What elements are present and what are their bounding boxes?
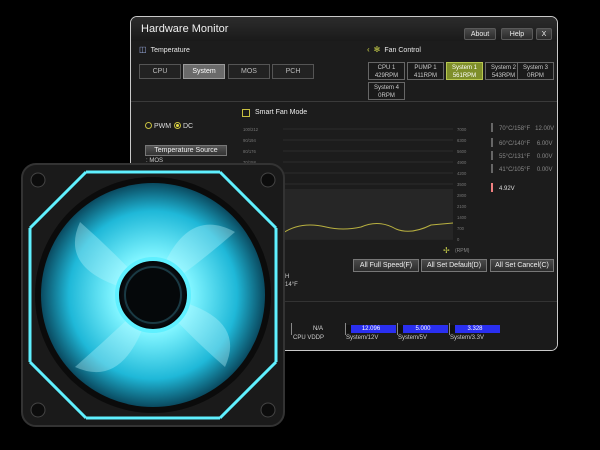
voltage-number: 3.328: [467, 326, 483, 332]
curve-point-volt: 0.00V: [536, 167, 553, 173]
pwm-radio[interactable]: [145, 122, 152, 129]
close-button[interactable]: X: [536, 28, 552, 40]
curve-point-volt: 0.00V: [536, 154, 553, 160]
curve-point-temp: 41°C/105°F: [499, 167, 531, 173]
fan-icon: ✻: [373, 45, 381, 54]
right-tick: 700: [457, 226, 465, 231]
curve-point-temp: 55°C/131°F: [499, 154, 531, 160]
voltage-bar-lead: [398, 325, 403, 333]
fan-name: System 3: [522, 65, 548, 71]
fan-rpm: 411RPM: [414, 73, 437, 79]
voltage-name: System/5V: [398, 335, 428, 341]
current-voltage-marker: [491, 183, 493, 192]
pwm-option[interactable]: PWM: [145, 122, 171, 130]
dc-option[interactable]: DC: [174, 122, 193, 130]
curve-point-row[interactable]: 55°C/131°F 0.00V: [491, 151, 553, 160]
curve-point-volt: 6.00V: [536, 141, 553, 147]
voltage-number: 12.096: [361, 326, 381, 332]
fan-name: System 1: [451, 65, 477, 71]
left-tick: 100/212: [243, 127, 259, 132]
voltage-name: CPU VDDP: [293, 335, 325, 341]
rgb-fan-image: [21, 163, 285, 427]
right-tick: 4200: [457, 171, 467, 176]
curve-point-row[interactable]: 60°C/140°F 6.00V: [491, 138, 553, 147]
right-tick: 5600: [457, 149, 467, 154]
app-title: Hardware Monitor: [141, 23, 229, 35]
partial-temp-label: 14°F: [285, 282, 298, 288]
curve-point-temp: 60°C/140°F: [499, 141, 531, 147]
dc-radio[interactable]: [174, 122, 181, 129]
fan-name: System 2: [490, 65, 516, 71]
voltage-value: 12.096: [346, 325, 396, 333]
voltage-name: System/12V: [346, 335, 379, 341]
all-set-default-button[interactable]: All Set Default(D): [421, 259, 487, 272]
right-tick: 7000: [457, 127, 467, 132]
fan-pump-1[interactable]: PUMP 1 411RPM: [407, 62, 444, 80]
curve-point-marker: [491, 138, 493, 147]
temperature-header-label: Temperature: [150, 47, 190, 54]
voltage-value: 3.328: [450, 325, 500, 333]
right-tick: 0: [457, 237, 460, 242]
left-tick: 80/176: [243, 149, 256, 154]
right-tick: 6300: [457, 138, 467, 143]
tab-pch[interactable]: PCH: [272, 64, 314, 79]
help-button[interactable]: Help: [501, 28, 533, 40]
fan-control-header: ‹ ✻ Fan Control: [367, 43, 421, 56]
fan-cpu-1[interactable]: CPU 1 429RPM: [368, 62, 405, 80]
fan-name: System 4: [373, 85, 399, 91]
tab-system[interactable]: System: [183, 64, 225, 79]
current-voltage: 4.92V: [491, 183, 515, 192]
fan-name: PUMP 1: [414, 65, 437, 71]
temperature-source-button[interactable]: Temperature Source: [145, 145, 227, 156]
curve-point-volt: 12.00V: [535, 126, 555, 132]
tab-cpu[interactable]: CPU: [139, 64, 181, 79]
right-tick: 2800: [457, 193, 467, 198]
pwm-label: PWM: [154, 123, 172, 130]
tab-mos[interactable]: MOS: [228, 64, 270, 79]
voltage-value: N/A: [312, 326, 323, 332]
about-button[interactable]: About: [464, 28, 496, 40]
curve-point-marker: [491, 151, 493, 160]
fan-system-4[interactable]: System 4 0RPM: [368, 82, 405, 100]
all-set-cancel-button[interactable]: All Set Cancel(C): [490, 259, 554, 272]
voltage-number: 5.000: [415, 326, 431, 332]
right-tick: 3500: [457, 182, 467, 187]
voltage-name: System/3.3V: [450, 335, 485, 341]
curve-point-marker: [491, 164, 493, 173]
fan-system-3[interactable]: System 3 0RPM: [517, 62, 554, 80]
fan-control-label: Fan Control: [384, 47, 421, 54]
left-tick: 90/194: [243, 138, 256, 143]
fan-rpm: 429RPM: [374, 73, 399, 79]
curve-point-row[interactable]: 70°C/158°F 12.00V: [491, 123, 554, 132]
fan-rpm: 0RPM: [378, 93, 395, 99]
voltage-bar-lead: [346, 325, 351, 333]
rpm-label: (RPM): [455, 248, 470, 254]
divider: [131, 101, 557, 102]
fan-name: CPU 1: [377, 65, 396, 71]
temperature-icon: ◫: [139, 45, 147, 54]
current-voltage-value: 4.92V: [499, 186, 515, 192]
fan-system-1[interactable]: System 1 561RPM: [446, 62, 483, 80]
fan-rpm: 543RPM: [491, 73, 516, 79]
rpm-fan-icon: ✢: [443, 246, 450, 255]
curve-point-marker: [491, 123, 493, 132]
curve-point-temp: 70°C/158°F: [499, 126, 531, 132]
voltage-bar-lead: [450, 325, 455, 333]
right-tick: 1400: [457, 215, 467, 220]
fan-rpm: 0RPM: [527, 73, 544, 79]
dc-label: DC: [183, 123, 194, 130]
voltage-divider: [291, 323, 292, 335]
fan-rpm: 561RPM: [452, 73, 477, 79]
right-tick: 4900: [457, 160, 467, 165]
smart-fan-label: Smart Fan Mode: [255, 109, 308, 116]
curve-point-row[interactable]: 41°C/105°F 0.00V: [491, 164, 553, 173]
right-tick: 2100: [457, 204, 467, 209]
all-full-speed-button[interactable]: All Full Speed(F): [353, 259, 419, 272]
smart-fan-checkbox[interactable]: [242, 109, 250, 117]
voltage-value: 5.000: [398, 325, 448, 333]
chevron-left-icon[interactable]: ‹: [367, 45, 370, 54]
temperature-header: ◫ Temperature: [139, 43, 190, 56]
